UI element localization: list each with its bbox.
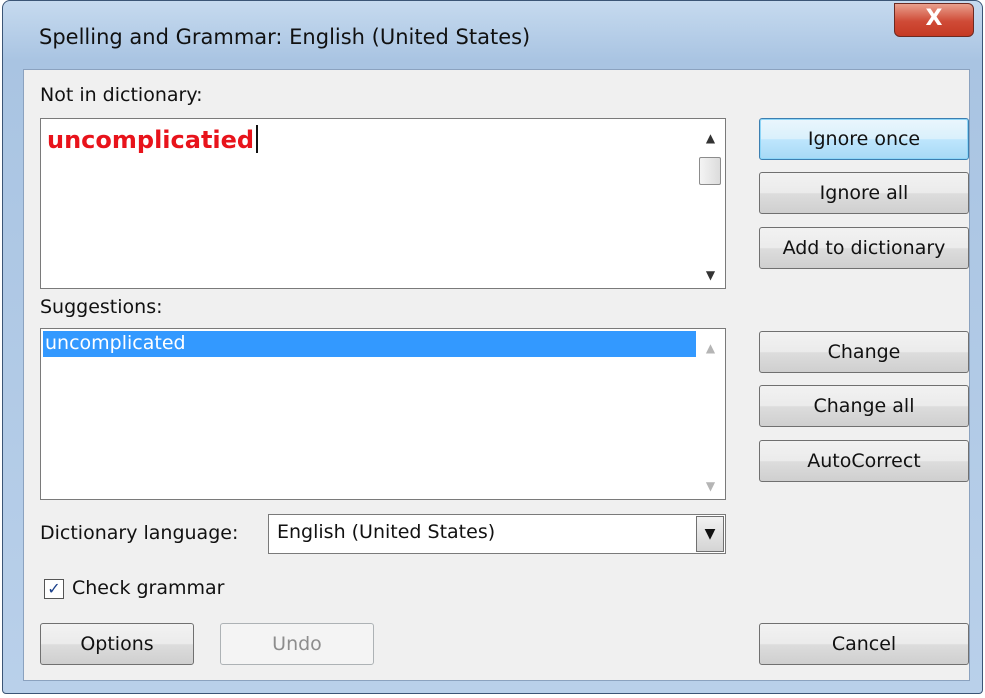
options-button[interactable]: Options [40, 623, 194, 665]
ignore-all-button[interactable]: Ignore all [759, 172, 969, 214]
change-all-button[interactable]: Change all [759, 385, 969, 427]
suggestions-list[interactable]: uncomplicated ▲ ▼ [40, 328, 726, 500]
autocorrect-button[interactable]: AutoCorrect [759, 440, 969, 482]
close-button[interactable]: X [894, 3, 974, 37]
not-in-dictionary-textbox[interactable]: uncomplicatied ▲ ▼ [40, 118, 726, 289]
spelling-grammar-dialog: Spelling and Grammar: English (United St… [2, 0, 983, 694]
title-bar[interactable]: Spelling and Grammar: English (United St… [3, 1, 982, 75]
dictionary-language-value: English (United States) [277, 521, 496, 543]
suggestions-scrollbar[interactable]: ▲ ▼ [696, 329, 725, 499]
undo-button: Undo [220, 623, 374, 665]
scroll-down-arrow-icon[interactable]: ▼ [696, 479, 725, 493]
cancel-button[interactable]: Cancel [759, 623, 969, 665]
not-in-dictionary-label: Not in dictionary: [40, 84, 203, 106]
change-button[interactable]: Change [759, 331, 969, 373]
dialog-body: Not in dictionary: uncomplicatied ▲ ▼ Su… [23, 69, 970, 681]
scroll-up-arrow-icon[interactable]: ▲ [696, 341, 725, 355]
text-caret [256, 125, 259, 153]
scroll-down-arrow-icon[interactable]: ▼ [696, 268, 725, 282]
misspelled-word[interactable]: uncomplicatied [47, 125, 259, 154]
misspelled-word-text: uncomplicatied [47, 126, 255, 154]
check-grammar-checkbox[interactable]: ✓ [44, 579, 64, 599]
add-to-dictionary-button[interactable]: Add to dictionary [759, 227, 969, 269]
chevron-down-icon[interactable]: ▼ [696, 516, 724, 552]
suggestions-label: Suggestions: [40, 296, 163, 318]
suggestion-item-selected[interactable]: uncomplicated [43, 331, 696, 357]
dialog-title: Spelling and Grammar: English (United St… [39, 25, 531, 49]
scrollbar-thumb[interactable] [699, 157, 721, 185]
ignore-once-button[interactable]: Ignore once [759, 118, 969, 160]
scroll-up-arrow-icon[interactable]: ▲ [696, 131, 725, 145]
dictionary-language-label: Dictionary language: [40, 522, 239, 544]
textbox-scrollbar[interactable]: ▲ ▼ [696, 119, 725, 288]
close-icon: X [925, 6, 943, 31]
dictionary-language-select[interactable]: English (United States) ▼ [268, 514, 726, 554]
check-grammar-label[interactable]: Check grammar [72, 577, 224, 599]
